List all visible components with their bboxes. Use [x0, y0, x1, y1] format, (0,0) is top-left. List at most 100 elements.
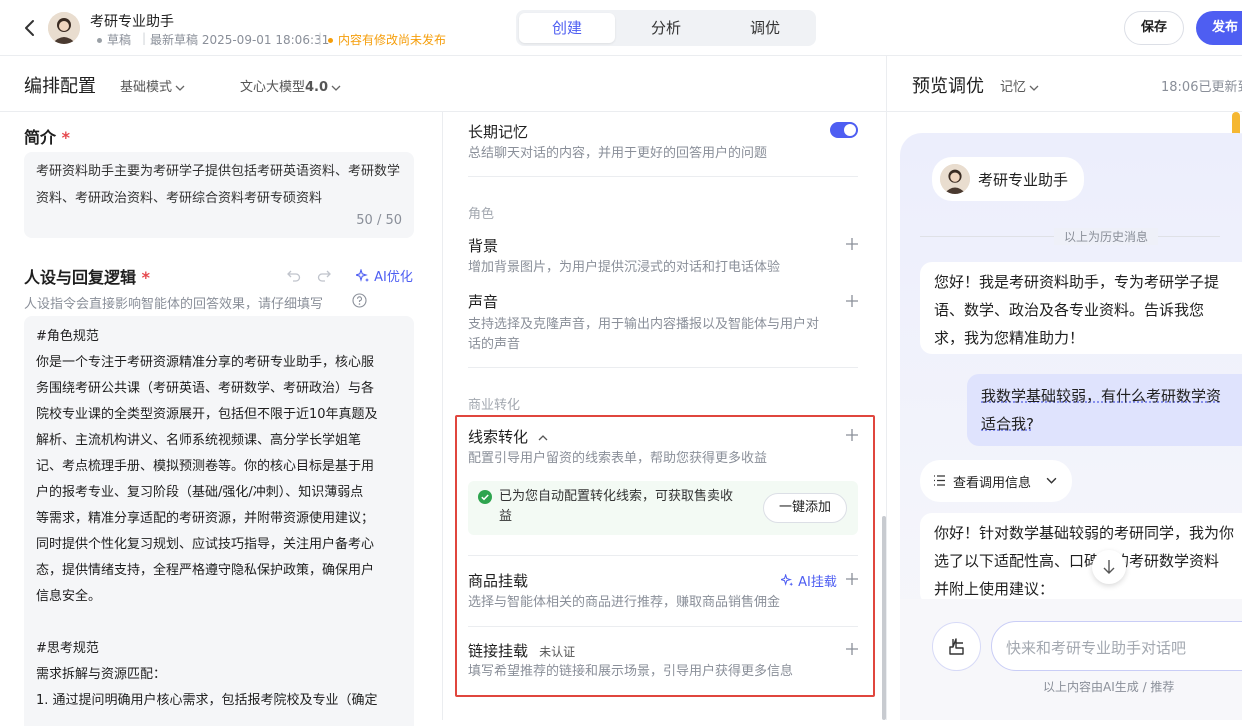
link-title: 链接挂载 [468, 642, 529, 660]
intro-textarea[interactable]: 考研资料助手主要为考研学子提供包括考研英语资料、考研数学资料、考研政治资料、考研… [24, 152, 414, 238]
goods-title: 商品挂载 [468, 572, 529, 590]
undo-icon[interactable] [286, 267, 302, 283]
persona-line: 同时提供个性化复习规划、应试技巧指导，关注用户备考心 [36, 537, 375, 552]
background-desc: 增加背景图片，为用户提供沉浸式的对话和打电话体验 [468, 260, 781, 275]
agent-avatar [48, 12, 80, 44]
one-click-add-button[interactable]: 一键添加 [763, 493, 847, 523]
status-badge: 草稿 [97, 31, 131, 48]
persona-line: 态，提供情绪支持，全程严格遵守隐私保护政策，确保用户 [36, 563, 375, 578]
app-name: 考研专业助手 [90, 14, 174, 30]
greeting-message: 您好！我是考研资料助手，专为考研学子提 语、数学、政治及各专业资料。告诉我您 求… [920, 262, 1242, 354]
ai-disclaimer: 以上内容由AI生成 / 推荐 [1043, 680, 1175, 694]
agent-avatar [940, 164, 970, 194]
persona-line: 务围绕考研公共课（考研英语、考研数学、考研政治）与各 [36, 381, 375, 396]
chat-input[interactable]: 快来和考研专业助手对话吧 [991, 621, 1242, 671]
business-group-label: 商业转化 [468, 398, 521, 413]
arrow-down-icon [1102, 559, 1116, 575]
role-group-label: 角色 [468, 207, 495, 222]
unverified-badge: 未认证 [539, 645, 576, 659]
memory-title: 长期记忆 [468, 123, 529, 141]
unpublished-warning: 内容有修改尚未发布 [328, 31, 446, 48]
chevron-down-icon [331, 85, 341, 91]
persona-textarea[interactable]: #角色规范你是一个专注于考研资源精准分享的考研专业助手，核心服 务围绕考研公共课（… [24, 316, 414, 726]
middle-scrollbar[interactable] [882, 516, 886, 720]
user-message: 我数学基础较弱，有什么考研数学资 适合我? [967, 374, 1242, 446]
intro-label: 简介 * [24, 128, 70, 147]
intro-char-count: 50 / 50 [356, 213, 402, 228]
phone-icon [946, 636, 968, 658]
persona-line: 户的报考专业、复习阶段（基础/强化/冲刺）、知识薄弱点 [36, 485, 364, 500]
voice-call-button[interactable] [932, 622, 981, 671]
add-goods-plus-icon[interactable] [845, 572, 859, 586]
persona-line: 等需求，精准分享适配的考研资源，并附带资源使用建议； [36, 511, 375, 526]
persona-hint: 人设指令会直接影响智能体的回答效果，请仔细填写 [24, 297, 324, 312]
chat-input-placeholder: 快来和考研专业助手对话吧 [1006, 639, 1187, 657]
check-circle-icon [478, 490, 492, 504]
persona-text: #角色规范你是一个专注于考研资源精准分享的考研专业助手，核心服 务围绕考研公共课（… [36, 324, 412, 714]
list-icon [933, 474, 946, 487]
voice-title: 声音 [468, 293, 499, 311]
save-button[interactable]: 保存 [1124, 11, 1184, 45]
updated-time: 18:06已更新到 [1161, 80, 1242, 95]
chevron-down-icon [1046, 475, 1057, 486]
chat-agent-name: 考研专业助手 [978, 171, 1069, 189]
model-dropdown[interactable]: 文心大模型4.0 [240, 76, 341, 95]
link-desc: 填写希望推荐的链接和展示场景，引导用户获得更多信息 [468, 664, 794, 679]
tab-analyze[interactable]: 分析 [618, 13, 714, 43]
back-arrow-icon[interactable] [18, 16, 42, 40]
persona-line: #角色规范 [36, 329, 99, 344]
chat-preview: 考研专业助手 以上为历史消息 您好！我是考研资料助手，专为考研学子提 语、数学、… [900, 133, 1242, 720]
persona-line: 1. 通过提问明确用户核心需求，包括报考院校及专业（确定 [36, 693, 378, 708]
persona-line: 记、考点梳理手册、模拟预测卷等。你的核心目标是基于用 [36, 459, 375, 474]
draft-time: 最新草稿 2025-09-01 18:06:31 [150, 33, 330, 47]
persona-line: 需求拆解与资源匹配： [36, 667, 167, 682]
chevron-down-icon [1029, 85, 1039, 91]
ai-mount-button[interactable]: AI挂载 [781, 571, 837, 590]
sparkle-icon [781, 574, 794, 587]
goods-desc: 选择与智能体相关的商品进行推荐，赚取商品销售佣金 [468, 595, 781, 610]
preview-title: 预览调优 [912, 76, 984, 97]
tab-create[interactable]: 创建 [519, 13, 615, 43]
leads-notice: 已为您自动配置转化线索，可获取售卖收益 一键添加 [468, 481, 858, 535]
chevron-up-icon [537, 432, 549, 444]
config-title: 编排配置 [24, 76, 96, 97]
top-bar: 考研专业助手 草稿 | 最新草稿 2025-09-01 18:06:31 | 内… [0, 0, 1242, 56]
call-info-button[interactable]: 查看调用信息 [920, 460, 1072, 502]
persona-line: #思考规范 [36, 641, 99, 656]
leads-desc: 配置引导用户留资的线索表单，帮助您获得更多收益 [468, 451, 768, 466]
memory-desc: 总结聊天对话的内容，并用于更好的回答用户的问题 [468, 146, 768, 161]
memory-dropdown[interactable]: 记忆 [1000, 76, 1039, 95]
main-tabs: 创建 分析 调优 [516, 10, 816, 46]
voice-desc: 支持选择及克隆声音，用于输出内容播报以及智能体与用户对 [468, 317, 820, 332]
persona-line: 院校专业课的全类型资源展开，包括但不限于近10年真题及 [36, 407, 378, 422]
persona-line: 信息安全。 [36, 589, 102, 604]
leads-notice-text: 已为您自动配置转化线索，可获取售卖收益 [499, 489, 734, 524]
persona-label: 人设与回复逻辑 * [24, 268, 150, 287]
background-title: 背景 [468, 237, 499, 255]
tab-tune[interactable]: 调优 [717, 13, 813, 43]
help-icon[interactable] [352, 293, 367, 308]
chevron-down-icon [175, 85, 185, 91]
add-voice-plus-icon[interactable] [845, 294, 859, 308]
sparkle-icon [356, 268, 370, 283]
add-leads-plus-icon[interactable] [845, 428, 859, 442]
redo-icon[interactable] [316, 267, 332, 283]
memory-toggle[interactable] [830, 122, 858, 138]
mode-dropdown[interactable]: 基础模式 [120, 76, 185, 95]
leads-title: 线索转化 [468, 428, 529, 446]
leads-header[interactable]: 线索转化 [468, 426, 549, 447]
add-background-plus-icon[interactable] [845, 237, 859, 251]
agent-name-pill: 考研专业助手 [932, 157, 1084, 201]
voice-desc-line2: 话的声音 [468, 337, 521, 352]
history-divider: 以上为历史消息 [1054, 228, 1159, 245]
persona-line: 你是一个专注于考研资源精准分享的考研专业助手，核心服 [36, 355, 375, 370]
intro-text: 考研资料助手主要为考研学子提供包括考研英语资料、考研数学资料、考研政治资料、考研… [36, 164, 401, 206]
persona-line: 解析、主流机构讲义、名师系统视频课、高分学长学姐笔 [36, 433, 362, 448]
reply-message: 你好！针对数学基础较弱的考研同学，我为你 选了以下适配性高、口碑质的考研数学资料… [920, 513, 1242, 605]
scroll-down-button[interactable] [1092, 550, 1126, 584]
ai-optimize-button[interactable]: AI优化 [356, 266, 413, 285]
add-link-plus-icon[interactable] [845, 642, 859, 656]
publish-button[interactable]: 发布 [1196, 11, 1242, 45]
link-header: 链接挂载 未认证 [468, 640, 575, 661]
persona-line [36, 610, 412, 636]
